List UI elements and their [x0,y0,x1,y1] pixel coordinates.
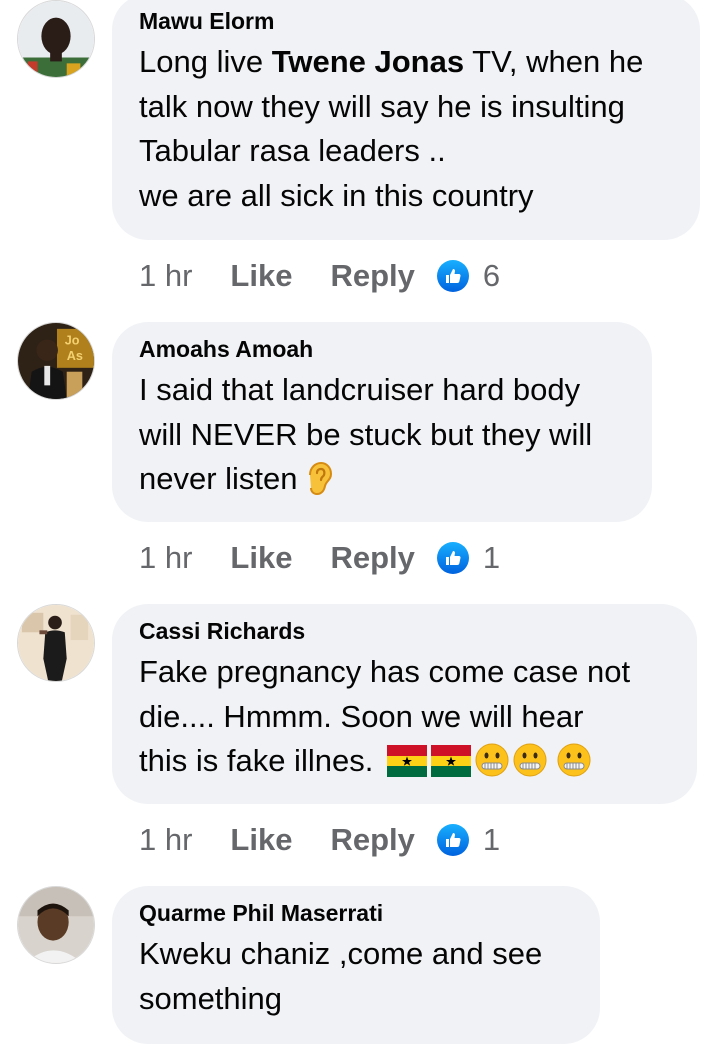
comment-line: Fake pregnancy has come case not [139,654,631,689]
comment-line: we are all sick in this country [139,177,534,213]
reply-button[interactable]: Reply [330,540,414,576]
comment-actions: 1 hr Like Reply 1 [139,820,500,860]
ghana-flag-icon [387,745,428,777]
comment-author[interactable]: Amoahs Amoah [139,335,626,363]
zipper-mouth-icon [557,743,591,777]
thumbs-up-icon[interactable] [436,824,469,856]
comment-actions: 1 hr Like Reply 1 [139,538,500,578]
comment-bubble: Amoahs Amoah I said that landcruiser har… [112,322,652,522]
thumbs-up-icon[interactable] [436,260,469,292]
reply-button[interactable]: Reply [330,822,414,858]
reaction-count[interactable]: 1 [483,822,500,858]
reaction-count[interactable]: 1 [483,540,500,576]
comment-line: something [139,980,283,1016]
avatar-text: As [67,349,83,363]
comment-line: die.... Hmmm. Soon we will hear [139,698,584,734]
reaction-count[interactable]: 6 [483,258,500,294]
comment-time[interactable]: 1 hr [139,258,192,294]
like-button[interactable]: Like [230,540,292,576]
avatar[interactable] [17,886,95,964]
zipper-mouth-icon [513,743,547,777]
ear-icon [304,461,334,495]
text-segment: Long live [139,44,272,79]
avatar[interactable] [17,604,95,682]
comment-actions: 1 hr Like Reply 6 [139,256,500,296]
comment-line: Tabular rasa leaders .. [139,133,446,168]
comment-line: Kweku chaniz ,come and see [139,936,543,971]
reply-button[interactable]: Reply [330,258,414,294]
avatar[interactable] [17,0,95,78]
comment-bubble: Quarme Phil Maserrati Kweku chaniz ,come… [112,886,600,1044]
comment-line: will NEVER be stuck but they will [139,416,593,452]
comment-bubble: Mawu Elorm Long live Twene Jonas TV, whe… [112,0,700,240]
avatar[interactable]: Jo As [17,322,95,400]
mentioned-name[interactable]: Twene Jonas [272,44,464,79]
like-button[interactable]: Like [230,822,292,858]
comment-time[interactable]: 1 hr [139,822,192,858]
ghana-flag-icon [431,745,472,777]
comment-line: I said that landcruiser hard body [139,372,581,407]
comment-author[interactable]: Cassi Richards [139,617,671,645]
avatar-text: Jo [65,333,80,347]
comment-line: never listen [139,461,298,496]
comment-author[interactable]: Mawu Elorm [139,7,674,35]
text-segment: TV, when he [464,44,644,79]
comment-text: Kweku chaniz ,come and see something [139,932,574,1021]
comment-text: Fake pregnancy has come case not die....… [139,650,671,784]
comment-line: talk now they will say he is insulting [139,88,625,124]
comment-line: this is fake illnes. [139,743,374,778]
comment-text: I said that landcruiser hard body will N… [139,368,626,502]
comment-time[interactable]: 1 hr [139,540,192,576]
thumbs-up-icon[interactable] [436,542,469,574]
comment-author[interactable]: Quarme Phil Maserrati [139,899,574,927]
comment-bubble: Cassi Richards Fake pregnancy has come c… [112,604,697,804]
comment-text: Long live Twene Jonas TV, when he talk n… [139,40,674,218]
like-button[interactable]: Like [230,258,292,294]
zipper-mouth-icon [475,743,509,777]
